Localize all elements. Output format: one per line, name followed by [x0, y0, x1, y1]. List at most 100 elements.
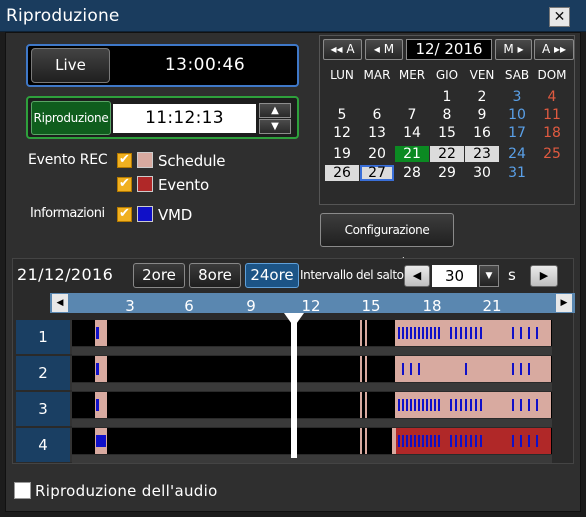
calendar-day[interactable]: 19 [325, 146, 359, 162]
skip-back-button[interactable]: ◀ [404, 265, 430, 287]
playback-cursor[interactable] [291, 313, 297, 458]
calendar-day[interactable]: 29 [430, 165, 464, 181]
calendar-day[interactable]: 11 [535, 107, 569, 123]
next-month-button[interactable]: M ▸ [495, 39, 532, 60]
vmd-mark [465, 363, 467, 375]
vmd-mark [422, 435, 424, 447]
zoom-2h-button[interactable]: 2ore [133, 263, 185, 288]
vmd-mark [96, 327, 99, 339]
calendar-day[interactable]: 30 [465, 165, 499, 181]
prev-year-button[interactable]: ◂◂ A [323, 39, 362, 60]
calendar-day[interactable]: 21 [395, 146, 429, 162]
calendar-day[interactable]: 5 [325, 107, 359, 123]
zoom-8h-button[interactable]: 8ore [189, 263, 241, 288]
camera-track[interactable] [72, 392, 552, 418]
vmd-mark [430, 435, 432, 447]
calendar-day[interactable]: 4 [535, 89, 569, 105]
track-divider [72, 455, 552, 463]
vmd-mark [470, 435, 472, 447]
calendar-day[interactable]: 26 [325, 165, 359, 181]
vmd-mark [512, 363, 514, 375]
skip-forward-button[interactable]: ▶ [530, 265, 558, 287]
calendar-day[interactable]: 14 [395, 125, 429, 141]
calendar-day[interactable]: 16 [465, 125, 499, 141]
vmd-checkbox[interactable]: ✔ [117, 207, 132, 222]
calendar-day[interactable]: 10 [500, 107, 534, 123]
audio-label: Riproduzione dell'audio [35, 482, 218, 500]
calendar-day[interactable]: 31 [500, 165, 534, 181]
live-button[interactable]: Live [31, 48, 110, 83]
schedule-segment [360, 392, 362, 418]
calendar-day[interactable]: 2 [465, 89, 499, 105]
time-down-icon[interactable]: ▼ [259, 119, 291, 134]
camera-track[interactable] [72, 428, 552, 454]
cursor-handle-icon[interactable] [284, 313, 304, 327]
vmd-mark [470, 399, 472, 411]
playback-time-field[interactable]: 11:12:13 [113, 104, 256, 133]
weekday-sab: SAB [504, 68, 530, 82]
camera-track[interactable] [72, 356, 552, 382]
calendar-day[interactable]: 18 [535, 125, 569, 141]
calendar-day[interactable]: 24 [500, 146, 534, 162]
calendar-day[interactable]: 23 [465, 146, 499, 162]
calendar-day[interactable]: 7 [395, 107, 429, 123]
vmd-mark [406, 327, 408, 339]
vmd-mark [430, 399, 432, 411]
calendar-day[interactable]: 6 [360, 107, 394, 123]
camera-label[interactable]: 3 [16, 392, 72, 426]
timeline-date: 21/12/2016 [17, 265, 114, 284]
calendar-day[interactable]: 8 [430, 107, 464, 123]
audio-checkbox[interactable] [14, 482, 31, 499]
calendar-day[interactable]: 12 [325, 125, 359, 141]
vmd-mark [410, 435, 412, 447]
vmd-mark [398, 399, 400, 411]
camera-track[interactable] [72, 320, 552, 346]
camera-label[interactable]: 4 [16, 428, 72, 462]
playback-button[interactable]: Riproduzione [31, 101, 111, 135]
schedule-checkbox[interactable]: ✔ [117, 153, 132, 168]
vmd-mark [418, 363, 420, 375]
calendar-day[interactable]: 22 [430, 146, 464, 162]
vmd-mark [460, 435, 462, 447]
vmd-mark [434, 327, 436, 339]
calendar-day[interactable]: 17 [500, 125, 534, 141]
camera-label[interactable]: 2 [16, 356, 72, 390]
vmd-mark [438, 327, 440, 339]
camera-label[interactable]: 1 [16, 320, 72, 354]
event-checkbox[interactable]: ✔ [117, 177, 132, 192]
vmd-mark [410, 327, 412, 339]
scroll-left-icon[interactable]: ◀ [52, 294, 68, 312]
calendar-day[interactable]: 13 [360, 125, 394, 141]
scroll-right-icon[interactable]: ▶ [556, 294, 572, 312]
next-year-button[interactable]: A ▸▸ [534, 39, 574, 60]
vmd-mark [475, 399, 477, 411]
advanced-settings-button[interactable]: Configurazione avanzata [320, 213, 454, 269]
calendar-day[interactable]: 27 [360, 165, 394, 181]
weekday-dom: DOM [537, 68, 567, 82]
calendar-day[interactable]: 9 [465, 107, 499, 123]
calendar-day[interactable]: 20 [360, 146, 394, 162]
calendar-day[interactable]: 1 [430, 89, 464, 105]
calendar-day[interactable]: 28 [395, 165, 429, 181]
vmd-mark [465, 435, 467, 447]
vmd-mark [536, 327, 538, 339]
skip-interval-value[interactable]: 30 [432, 265, 477, 287]
vmd-mark [406, 399, 408, 411]
time-up-icon[interactable]: ▲ [259, 103, 291, 118]
schedule-segment [360, 320, 362, 346]
scale-tick: 9 [246, 297, 256, 315]
vmd-mark [470, 327, 472, 339]
close-icon[interactable]: ✕ [549, 7, 570, 27]
zoom-24h-button[interactable]: 24ore [245, 263, 299, 288]
vmd-mark [438, 399, 440, 411]
vmd-mark [512, 435, 514, 447]
schedule-swatch [137, 152, 153, 168]
prev-month-button[interactable]: ◂ M [365, 39, 403, 60]
vmd-swatch [137, 206, 153, 222]
skip-dropdown-icon[interactable]: ▼ [479, 265, 499, 287]
vmd-mark [434, 399, 436, 411]
calendar-day[interactable]: 3 [500, 89, 534, 105]
calendar-day[interactable]: 15 [430, 125, 464, 141]
vmd-mark [426, 327, 428, 339]
calendar-day[interactable]: 25 [535, 146, 569, 162]
